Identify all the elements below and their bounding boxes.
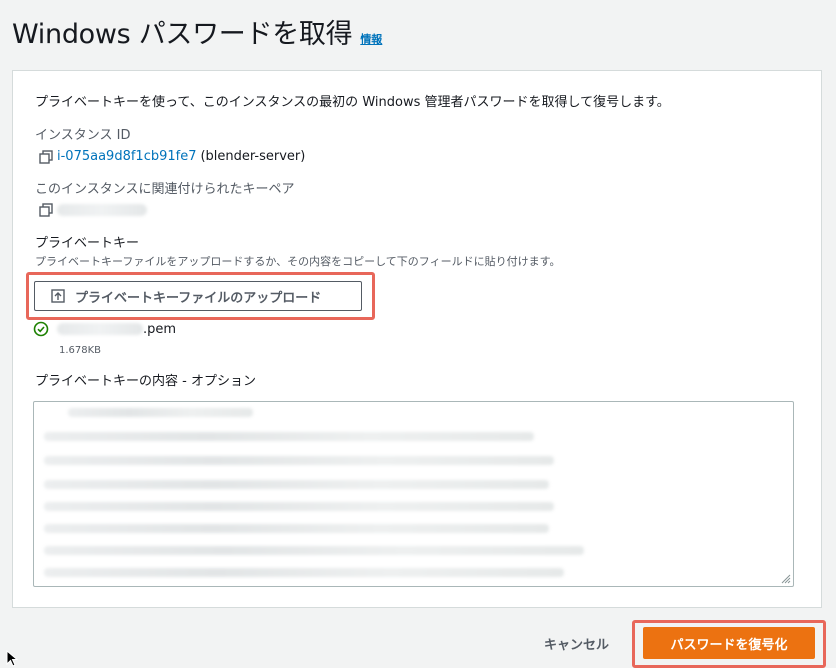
redacted-key-line [44,568,564,577]
instance-id-label: インスタンス ID [35,128,131,143]
uploaded-file: .pem [33,321,176,337]
copy-icon[interactable] [39,149,53,164]
private-key-label: プライベートキー [35,236,140,251]
file-size: 1.678KB [59,345,102,356]
form-panel: プライベートキーを使って、このインスタンスの最初の Windows 管理者パスワ… [12,70,822,608]
redacted-key-line [44,456,554,465]
mouse-pointer-icon [6,650,18,667]
private-key-textarea[interactable] [33,401,794,587]
check-circle-icon [33,321,49,337]
upload-button-label: プライベートキーファイルのアップロード [75,290,322,306]
redacted-key-line [44,546,584,555]
instance-name: (blender-server) [200,149,306,164]
upload-icon [51,289,65,303]
page-header: Windows パスワードを取得 情報 [12,12,382,51]
keypair-label: このインスタンスに関連付けられたキーペア [35,182,295,197]
copy-icon[interactable] [39,203,53,217]
redacted-key-line [44,432,534,441]
resize-grip-icon[interactable] [779,572,791,584]
private-key-hint: プライベートキーファイルをアップロードするか、その内容をコピーして下のフィールド… [35,255,561,268]
keypair-name-redacted [57,204,147,216]
instance-id-link[interactable]: i-075aa9d8f1cb91fe7 [57,149,196,164]
info-link[interactable]: 情報 [360,31,382,47]
instance-id-row: i-075aa9d8f1cb91fe7 (blender-server) [39,149,305,164]
redacted-key-line [44,480,549,489]
file-name-redacted [57,323,143,335]
redacted-key-line [68,408,253,417]
form-description: プライベートキーを使って、このインスタンスの最初の Windows 管理者パスワ… [35,95,670,110]
redacted-key-line [44,502,554,511]
key-contents-label: プライベートキーの内容 - オプション [35,374,256,389]
upload-private-key-button[interactable]: プライベートキーファイルのアップロード [34,281,362,311]
file-extension: .pem [143,321,177,337]
page-title: Windows パスワードを取得 [12,19,353,50]
redacted-key-line [44,524,549,533]
cancel-button[interactable]: キャンセル [534,630,619,657]
decrypt-password-button[interactable]: パスワードを復号化 [643,627,815,659]
keypair-row [39,203,147,217]
